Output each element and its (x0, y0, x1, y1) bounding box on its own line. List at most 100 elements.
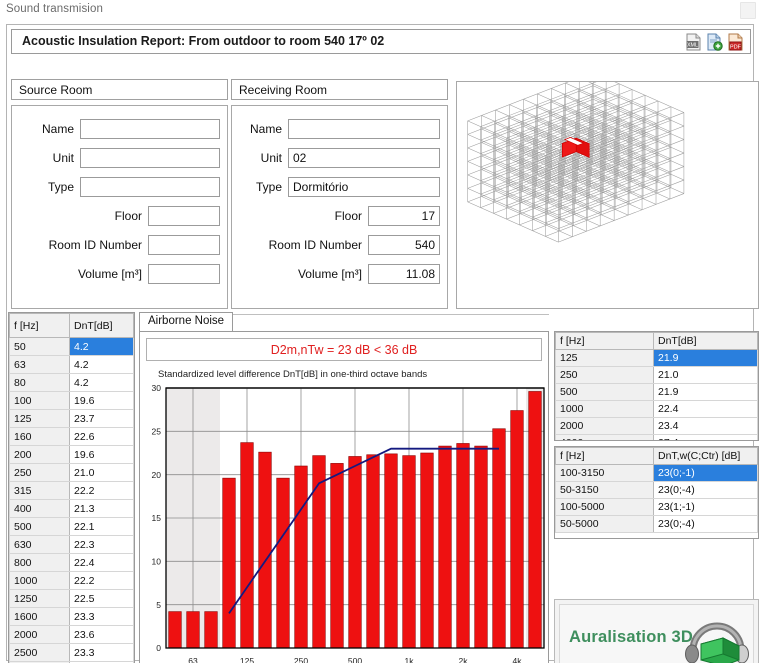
cell-value: 23.4 (653, 417, 758, 435)
field-label: Name (249, 121, 282, 136)
cell-frequency: 2000 (555, 417, 654, 435)
table-row[interactable]: 100-5000 23(1;-1) (555, 498, 758, 516)
table-row[interactable]: 250 21.0 (555, 366, 758, 384)
table-row[interactable]: 1000 22.4 (555, 400, 758, 418)
table-row[interactable]: 50 4.2 (9, 337, 134, 356)
third-octave-table[interactable]: f [Hz] DnT[dB] 50 4.2 63 4.2 80 4.2 100 19.6 125… (8, 312, 135, 663)
x-tick-label: 125 (240, 656, 254, 663)
new-document-icon[interactable] (706, 33, 723, 51)
cell-frequency: 63 (9, 355, 70, 374)
cell-frequency: 2000 (9, 625, 70, 644)
column-header-dnt: DnT[dB] (69, 313, 134, 338)
y-tick-label: 15 (152, 513, 162, 523)
cell-value: 23.3 (69, 643, 134, 662)
table-row[interactable]: 50-5000 23(0;-4) (555, 515, 758, 533)
table-row[interactable]: 125 21.9 (555, 349, 758, 367)
table-row[interactable]: 2000 23.6 (9, 625, 134, 644)
table-row[interactable]: 200 19.6 (9, 445, 134, 464)
table-row[interactable]: 50-3150 23(0;-4) (555, 481, 758, 499)
cell-value: 23(0;-4) (653, 481, 758, 499)
table-row[interactable]: 1250 22.5 (9, 589, 134, 608)
cell-frequency: 125 (555, 349, 654, 367)
chart-bar (168, 611, 182, 649)
result-text: D2m,nTw = 23 dB < 36 dB (270, 342, 418, 357)
cell-frequency: 250 (555, 366, 654, 384)
export-xml-icon[interactable]: XML (685, 33, 702, 51)
source-room-volume-input[interactable] (148, 263, 220, 284)
receiving-room-name-input[interactable] (288, 118, 440, 139)
chart-bar (402, 455, 416, 649)
tab-strip: Airborne Noise (139, 312, 549, 332)
source-room-field-floor: Floor (18, 205, 220, 226)
table-row[interactable]: 2000 23.4 (555, 417, 758, 435)
table-row[interactable]: 400027.4 (555, 434, 758, 440)
cell-value: 21.0 (653, 366, 758, 384)
table-row[interactable]: 2500 23.3 (9, 643, 134, 662)
table-row[interactable]: 125 23.7 (9, 409, 134, 428)
table-row[interactable]: 100-3150 23(0;-1) (555, 464, 758, 482)
source-room-field-unit: Unit (18, 147, 220, 168)
cell-frequency: 500 (555, 383, 654, 401)
window-control-button[interactable] (740, 2, 756, 19)
receiving-room-room-id-input[interactable]: 540 (368, 234, 440, 255)
source-room-room-id-input[interactable] (148, 234, 220, 255)
x-tick-label: 63 (188, 656, 198, 663)
receiving-room-field-name: Name (238, 118, 440, 139)
cell-frequency: 4000 (555, 434, 654, 440)
cell-value: 19.6 (69, 391, 134, 410)
headphones-icon (685, 622, 749, 663)
cell-value: 23.6 (69, 625, 134, 644)
cell-value: 23(1;-1) (653, 498, 758, 516)
auralisation-3d-button[interactable]: Auralisation 3D (554, 599, 759, 663)
table-row[interactable]: 160 22.6 (9, 427, 134, 446)
top-strip: Sound transmision (0, 0, 760, 22)
chart-title: Standardized level difference DnT[dB] in… (158, 369, 428, 380)
table-row[interactable]: 1600 23.3 (9, 607, 134, 626)
table-row[interactable]: 500 22.1 (9, 517, 134, 536)
table-row[interactable]: 500 21.9 (555, 383, 758, 401)
octave-band-table[interactable]: f [Hz] DnT[dB] 125 21.9 250 21.0 500 21.9 1000… (554, 331, 759, 441)
table-row[interactable]: 630 22.3 (9, 535, 134, 554)
export-pdf-icon[interactable]: PDF (727, 33, 744, 51)
table-row[interactable]: 100 19.6 (9, 391, 134, 410)
receiving-room-floor-input[interactable]: 17 (368, 205, 440, 226)
source-room-floor-input[interactable] (148, 205, 220, 226)
cell-value: 4.2 (69, 355, 134, 374)
receiving-room-volume-input[interactable]: 11.08 (368, 263, 440, 284)
source-room-name-input[interactable] (80, 118, 220, 139)
cell-value: 22.3 (69, 535, 134, 554)
table-row[interactable]: 800 22.4 (9, 553, 134, 572)
cell-frequency: 500 (9, 517, 70, 536)
3d-building-view[interactable] (456, 81, 759, 309)
tab-airborne-noise[interactable]: Airborne Noise (139, 312, 234, 332)
source-room-unit-input[interactable] (80, 147, 220, 168)
cell-frequency: 200 (9, 445, 70, 464)
cell-value: 22.4 (69, 553, 134, 572)
table-row[interactable]: 80 4.2 (9, 373, 134, 392)
table-row[interactable]: 1000 22.2 (9, 571, 134, 590)
column-header-dntw: DnT,w(C;Ctr) [dB] (653, 447, 758, 465)
chart-bar (222, 477, 236, 649)
cell-frequency: 100 (9, 391, 70, 410)
auralisation-label: Auralisation 3D (569, 628, 694, 646)
table-row[interactable]: 63 4.2 (9, 355, 134, 374)
field-label: Type (47, 179, 74, 194)
field-label: Room ID Number (268, 237, 362, 252)
source-room-type-input[interactable] (80, 176, 220, 197)
table-row[interactable]: 250 21.0 (9, 463, 134, 482)
receiving-room-unit-input[interactable]: 02 (288, 147, 440, 168)
x-tick-label: 2k (459, 656, 469, 663)
cell-frequency: 100-5000 (555, 498, 654, 516)
single-number-rating-table[interactable]: f [Hz] DnT,w(C;Ctr) [dB] 100-3150 23(0;-1… (554, 446, 759, 539)
table-header-row: f [Hz] DnT[dB] (9, 313, 134, 338)
chart-bar (420, 452, 434, 649)
cell-value: 21.9 (653, 383, 758, 401)
table-row[interactable]: 315 22.2 (9, 481, 134, 500)
cell-value: 22.5 (69, 589, 134, 608)
cell-frequency: 315 (9, 481, 70, 500)
receiving-room-type-input[interactable]: Dormitório (288, 176, 440, 197)
cell-value: 23.3 (69, 607, 134, 626)
table-row[interactable]: 400 21.3 (9, 499, 134, 518)
cell-value: 22.2 (69, 481, 134, 500)
chart-plot[interactable]: 0 5 10 15 20 25 30 63 125 250 500 1k 2k 4k (140, 380, 550, 663)
